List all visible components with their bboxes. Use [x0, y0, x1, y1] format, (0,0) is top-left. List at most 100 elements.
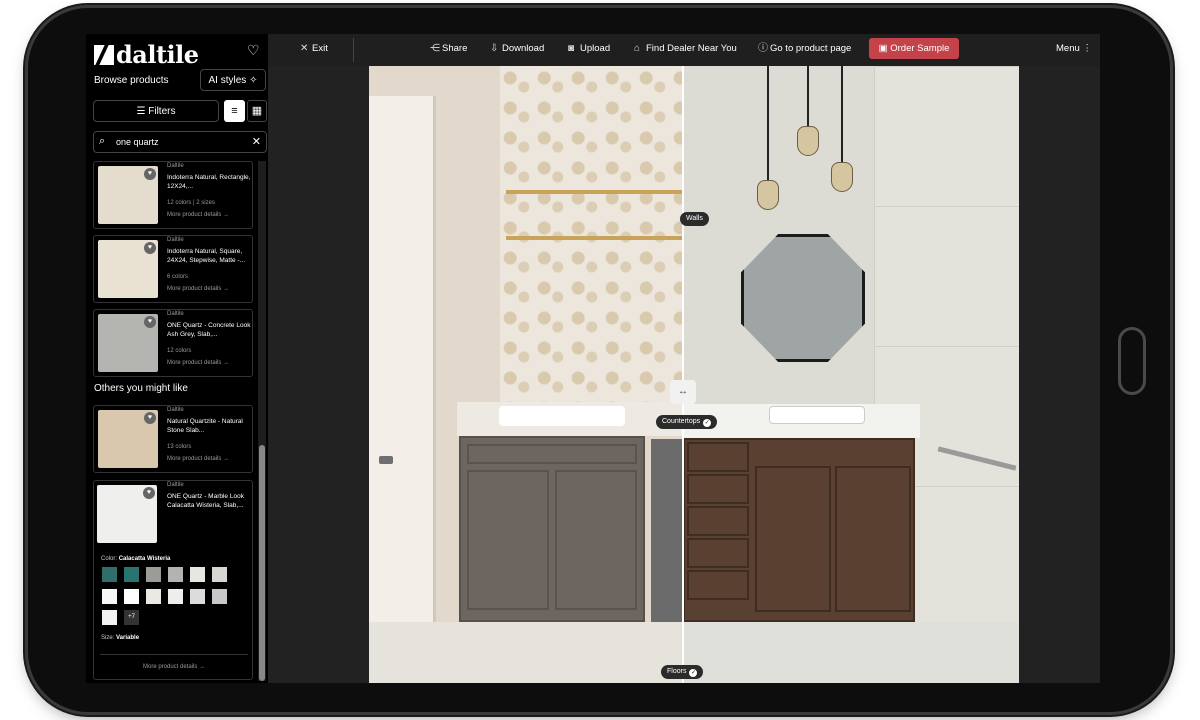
- menu-label: Menu: [1056, 43, 1080, 54]
- others-heading: Others you might like: [94, 383, 188, 394]
- heart-icon[interactable]: ♥: [143, 487, 155, 499]
- color-swatch[interactable]: [190, 589, 205, 604]
- color-swatch[interactable]: [124, 589, 139, 604]
- scrollbar-thumb[interactable]: [259, 445, 265, 681]
- floors-surface-chip[interactable]: Floors ✓: [661, 665, 704, 679]
- product-card[interactable]: ♥ Daltile Natural Quartzite - Natural St…: [93, 405, 253, 473]
- favorites-heart-icon[interactable]: ♡: [247, 42, 260, 59]
- menu-button[interactable]: Menu ⋮: [1056, 42, 1092, 56]
- upload-button[interactable]: ◙ Upload: [568, 42, 610, 56]
- more-details-link[interactable]: More product details →: [167, 212, 229, 218]
- product-meta: 6 colors: [167, 274, 189, 280]
- color-swatch[interactable]: [190, 567, 205, 582]
- divider: [100, 654, 248, 655]
- countertops-surface-chip[interactable]: Countertops ✓: [656, 415, 718, 429]
- product-thumbnail[interactable]: ♥: [98, 410, 158, 468]
- product-card[interactable]: ♥ Daltile ONE Quartz - Concrete Look Ash…: [93, 309, 253, 377]
- walls-label: Walls: [686, 215, 703, 222]
- more-details-link[interactable]: More product details →: [167, 456, 229, 462]
- product-page-button[interactable]: ⓘ Go to product page: [758, 42, 851, 56]
- compare-slider-handle[interactable]: ↔: [670, 380, 696, 404]
- color-swatch[interactable]: [102, 610, 117, 625]
- clear-search-icon[interactable]: ✕: [252, 135, 261, 148]
- sidebar-scrollbar[interactable]: [258, 161, 266, 681]
- ai-styles-button[interactable]: AI styles ✧: [200, 69, 266, 91]
- product-name: Natural Quartzite - Natural Stone Slab..…: [167, 418, 243, 434]
- more-details-link[interactable]: More product details →: [94, 664, 254, 670]
- product-name: ONE Quartz - Marble Look Calacatta Wiste…: [167, 493, 244, 509]
- more-details-link[interactable]: More product details →: [167, 360, 229, 366]
- check-icon: ✓: [689, 669, 698, 677]
- exit-button[interactable]: ✕ Exit: [300, 42, 328, 56]
- browse-products-label: Browse products: [94, 75, 169, 86]
- info-icon: ⓘ: [758, 43, 768, 54]
- share-button[interactable]: ⋲ Share: [430, 42, 467, 56]
- walls-surface-chip[interactable]: Walls: [680, 212, 709, 226]
- vanity-drawer: [687, 570, 749, 600]
- list-icon: ≡: [231, 105, 238, 117]
- product-meta: 12 colors | 2 sizes: [167, 200, 215, 206]
- color-swatch[interactable]: [102, 589, 117, 604]
- vanity-drawer: [687, 442, 749, 472]
- product-thumbnail[interactable]: ♥: [98, 314, 158, 372]
- more-details-link[interactable]: More product details →: [167, 286, 229, 292]
- grey-cabinet: [459, 436, 645, 622]
- share-label: Share: [442, 43, 468, 54]
- color-swatch[interactable]: [168, 589, 183, 604]
- product-name: ONE Quartz - Concrete Look Ash Grey, Sla…: [167, 322, 251, 338]
- camera-icon: ◙: [568, 43, 575, 54]
- app-screen: daltile ♡ Browse products AI styles ✧ ☰ …: [86, 34, 1100, 683]
- countertops-label: Countertops: [662, 418, 701, 425]
- filter-icon: ☰: [136, 106, 146, 117]
- color-swatch[interactable]: [102, 567, 117, 582]
- ai-styles-label: AI styles: [208, 75, 247, 86]
- upload-label: Upload: [580, 43, 611, 54]
- color-prefix: Color:: [101, 556, 118, 562]
- daltile-logo[interactable]: daltile: [94, 40, 199, 69]
- more-swatches-button[interactable]: +7: [124, 610, 139, 625]
- color-swatch[interactable]: [212, 589, 227, 604]
- product-card[interactable]: ♥ Daltile Indoterra Natural, Square, 24X…: [93, 235, 253, 303]
- exit-label: Exit: [312, 43, 328, 54]
- color-swatch[interactable]: [146, 567, 161, 582]
- download-button[interactable]: ⇩ Download: [490, 42, 544, 56]
- pendant-cord: [841, 66, 843, 164]
- floors-label: Floors: [667, 668, 687, 675]
- cabinet-door: [467, 470, 549, 610]
- list-view-toggle[interactable]: ≡: [224, 100, 245, 122]
- search-input[interactable]: [116, 134, 246, 150]
- product-thumbnail[interactable]: ♥: [98, 166, 158, 224]
- pendant-cord: [807, 66, 809, 128]
- heart-icon[interactable]: ♥: [144, 316, 156, 328]
- heart-icon[interactable]: ♥: [144, 412, 156, 424]
- color-swatch[interactable]: [146, 589, 161, 604]
- heart-icon[interactable]: ♥: [144, 242, 156, 254]
- filters-button[interactable]: ☰ Filters: [93, 100, 219, 122]
- download-label: Download: [502, 43, 545, 54]
- pendant-lamp: [831, 162, 853, 192]
- product-card[interactable]: ♥ Daltile Indoterra Natural, Rectangle, …: [93, 161, 253, 229]
- product-thumbnail[interactable]: ♥: [97, 485, 157, 543]
- wood-vanity: [683, 438, 915, 622]
- color-swatch[interactable]: [168, 567, 183, 582]
- size-value: Variable: [116, 635, 140, 641]
- room-visualizer[interactable]: ↔ Walls Countertops ✓ Floors ✓: [369, 66, 1019, 683]
- heart-icon[interactable]: ♥: [144, 168, 156, 180]
- compare-split-line[interactable]: [682, 66, 684, 683]
- color-swatch[interactable]: [124, 567, 139, 582]
- order-sample-button[interactable]: ▣ Order Sample: [869, 38, 959, 59]
- top-toolbar: ✕ Exit ⋲ Share ⇩ Download ◙ Upload ⌂ Find Dea…: [268, 34, 1100, 66]
- room-door: [369, 96, 436, 683]
- product-name: Indoterra Natural, Rectangle, 12X24,...: [167, 174, 251, 190]
- find-dealer-button[interactable]: ⌂ Find Dealer Near You: [634, 42, 737, 56]
- more-vertical-icon: ⋮: [1082, 43, 1092, 54]
- store-icon: ⌂: [634, 43, 641, 54]
- cabinet-drawer: [467, 444, 637, 464]
- logo-text: daltile: [116, 40, 199, 69]
- download-icon: ⇩: [490, 43, 499, 54]
- grid-view-toggle[interactable]: ▦: [247, 100, 267, 122]
- featured-product-card[interactable]: ♥ Daltile ONE Quartz - Marble Look Calac…: [93, 480, 253, 680]
- size-label: Size: Variable: [101, 635, 139, 641]
- product-thumbnail[interactable]: ♥: [98, 240, 158, 298]
- color-swatch[interactable]: [212, 567, 227, 582]
